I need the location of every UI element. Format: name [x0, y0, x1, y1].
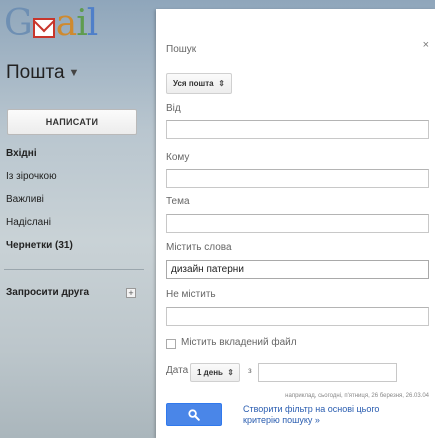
mail-switch[interactable]: Пошта ▼	[6, 62, 79, 84]
updown-arrows-icon: ⇕	[227, 368, 234, 377]
has-attachment-label[interactable]: Містить вкладений файл	[181, 337, 297, 348]
invite-friend-label[interactable]: Запросити друга	[6, 287, 89, 298]
doesnt-have-field[interactable]	[166, 307, 429, 326]
has-words-label: Містить слова	[166, 242, 232, 253]
sidebar-divider	[4, 269, 144, 270]
sidebar-item-inbox[interactable]: Вхідні	[6, 142, 73, 165]
envelope-icon	[32, 18, 55, 38]
create-filter-link[interactable]: Створити фільтр на основі цього критерію…	[243, 404, 383, 426]
sidebar-item-important[interactable]: Важливі	[6, 188, 73, 211]
logo-letter-l: l	[86, 3, 98, 44]
from-label: Від	[166, 103, 181, 114]
sidebar: Gail Пошта ▼ НАПИСАТИ Вхідні Із зірочкою …	[0, 0, 156, 438]
from-field[interactable]	[166, 120, 429, 139]
chevron-down-icon: ▼	[68, 66, 80, 79]
date-label: Дата	[166, 365, 189, 376]
search-scope-value: Уся пошта	[173, 79, 214, 88]
date-hint: наприклад, сьогодні, п'ятниця, 26 березн…	[285, 393, 429, 399]
advanced-search-panel: × Пошук Уся пошта ⇕ Від Кому Тема Містит…	[156, 9, 435, 438]
compose-button[interactable]: НАПИСАТИ	[7, 109, 137, 135]
has-words-field[interactable]	[166, 260, 429, 279]
sidebar-item-starred[interactable]: Із зірочкою	[6, 165, 73, 188]
gmail-logo[interactable]: Gail	[4, 3, 98, 44]
invite-plus-icon[interactable]: +	[126, 288, 136, 298]
logo-letter-a: a	[55, 3, 77, 44]
has-attachment-checkbox[interactable]	[166, 339, 176, 349]
search-label: Пошук	[166, 44, 197, 55]
to-field[interactable]	[166, 169, 429, 188]
subject-label: Тема	[166, 196, 190, 207]
logo-letter-i: i	[76, 3, 87, 44]
date-range-select[interactable]: 1 день ⇕	[190, 363, 240, 382]
folder-list: Вхідні Із зірочкою Важливі Надіслані Чер…	[6, 142, 73, 257]
search-icon	[188, 409, 200, 421]
close-icon[interactable]: ×	[423, 39, 429, 51]
date-preposition: з	[248, 366, 252, 375]
doesnt-have-label: Не містить	[166, 289, 216, 300]
sidebar-item-sent[interactable]: Надіслані	[6, 211, 73, 234]
logo-letter-g: G	[4, 3, 33, 44]
search-button[interactable]	[166, 403, 222, 426]
search-scope-select[interactable]: Уся пошта ⇕	[166, 73, 232, 94]
to-label: Кому	[166, 152, 190, 163]
date-range-value: 1 день	[197, 368, 223, 377]
subject-field[interactable]	[166, 214, 429, 233]
updown-arrows-icon: ⇕	[218, 79, 225, 88]
mail-switch-label: Пошта	[6, 62, 65, 83]
date-field[interactable]	[258, 363, 397, 382]
sidebar-item-drafts[interactable]: Чернетки (31)	[6, 234, 73, 257]
